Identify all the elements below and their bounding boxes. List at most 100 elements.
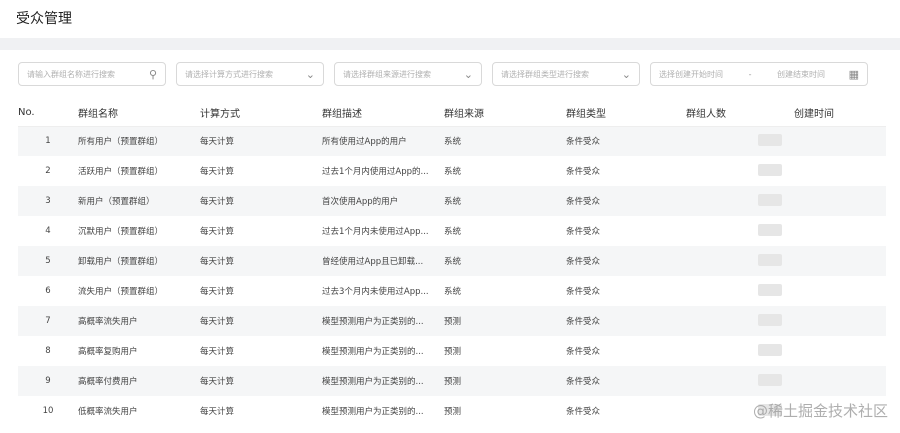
cell-no: 5 [45, 256, 51, 266]
cell-name[interactable]: 活跃用户（预置群组） [78, 156, 200, 186]
cell-created [786, 366, 886, 396]
cell-created [786, 156, 886, 186]
cell-source: 系统 [444, 167, 462, 177]
cell-no: 1 [45, 136, 51, 147]
col-header-desc: 群组描述 [322, 100, 444, 127]
cell-created [786, 306, 886, 336]
cell-name[interactable]: 流失用户（预置群组） [78, 276, 200, 306]
table-row[interactable]: 3 新用户（预置群组） 每天计算 首次使用App的用户 系统 条件受众 [18, 186, 886, 216]
redacted-count [758, 313, 782, 326]
cell-no: 7 [45, 316, 51, 326]
table-row[interactable]: 2 活跃用户（预置群组） 每天计算 过去1个月内使用过App的... 系统 条件… [18, 156, 886, 186]
cell-no: 3 [45, 196, 51, 206]
cell-name[interactable]: 新用户（预置群组） [78, 186, 200, 216]
calc-method-select[interactable]: 请选择计算方式进行搜索 ⌄ [176, 62, 324, 86]
cell-calc: 每天计算 [200, 137, 235, 148]
cell-calc: 每天计算 [200, 167, 235, 177]
redacted-count [758, 193, 782, 206]
cell-calc: 每天计算 [200, 407, 235, 417]
group-type-select[interactable]: 请选择群组类型进行搜索 ⌄ [492, 62, 640, 86]
redacted-count [758, 343, 782, 356]
cell-desc: 模型预测用户为正类别的... [322, 407, 424, 417]
cell-no: 4 [45, 226, 51, 236]
cell-desc: 所有使用过App的用户 [322, 137, 407, 148]
cell-name[interactable]: 卸载用户（预置群组） [78, 246, 200, 276]
divider-band [0, 38, 900, 50]
end-date-placeholder[interactable]: 创建结束时间 [777, 69, 825, 80]
group-type-placeholder: 请选择群组类型进行搜索 [501, 69, 589, 79]
col-header-calc: 计算方式 [200, 100, 322, 127]
cell-count [686, 246, 786, 276]
cell-source: 预测 [444, 317, 462, 327]
chevron-down-icon: ⌄ [621, 67, 631, 81]
cell-calc: 每天计算 [200, 287, 235, 297]
cell-type: 条件受众 [566, 197, 601, 207]
cell-count [686, 276, 786, 306]
cell-source: 系统 [444, 137, 462, 148]
cell-no: 6 [45, 286, 51, 296]
cell-source: 预测 [444, 347, 462, 357]
cell-no: 10 [42, 406, 54, 416]
cell-type: 条件受众 [566, 227, 601, 237]
name-search-placeholder: 请输入群组名称进行搜索 [27, 69, 115, 79]
date-range-picker[interactable]: 选择创建开始时间 - 创建结束时间 ▦ [650, 62, 868, 86]
col-header-source: 群组来源 [444, 100, 566, 127]
cell-no: 9 [45, 376, 51, 386]
redacted-count [758, 163, 782, 176]
chevron-down-icon: ⌄ [463, 67, 473, 81]
chevron-down-icon: ⌄ [305, 67, 315, 81]
cell-desc: 过去1个月内未使用过App... [322, 227, 429, 237]
cell-type: 条件受众 [566, 257, 601, 267]
search-icon[interactable]: ⚲ [149, 68, 157, 81]
redacted-count [758, 223, 782, 236]
cell-type: 条件受众 [566, 347, 601, 357]
cell-created [786, 276, 886, 306]
filter-bar: 请输入群组名称进行搜索 ⚲ 请选择计算方式进行搜索 ⌄ 请选择群组来源进行搜索 … [0, 50, 900, 100]
group-source-select[interactable]: 请选择群组来源进行搜索 ⌄ [334, 62, 482, 86]
page-title: 受众管理 [16, 11, 72, 27]
table-row[interactable]: 8 高概率复购用户 每天计算 模型预测用户为正类别的... 预测 条件受众 [18, 336, 886, 366]
cell-count [686, 306, 786, 336]
cell-created [786, 186, 886, 216]
cell-name[interactable]: 高概率复购用户 [78, 336, 200, 366]
cell-type: 条件受众 [566, 407, 601, 417]
redacted-count [758, 283, 782, 296]
cell-name[interactable]: 所有用户（预置群组） [78, 126, 200, 156]
cell-name[interactable]: 高概率流失用户 [78, 306, 200, 336]
start-date-placeholder[interactable]: 选择创建开始时间 [659, 69, 723, 80]
cell-calc: 每天计算 [200, 317, 235, 327]
cell-created [786, 126, 886, 156]
cell-type: 条件受众 [566, 167, 601, 177]
table-row[interactable]: 6 流失用户（预置群组） 每天计算 过去3个月内未使用过App... 系统 条件… [18, 276, 886, 306]
group-source-placeholder: 请选择群组来源进行搜索 [343, 69, 431, 79]
col-header-type: 群组类型 [566, 100, 686, 127]
cell-calc: 每天计算 [200, 347, 235, 357]
table-row[interactable]: 9 高概率付费用户 每天计算 模型预测用户为正类别的... 预测 条件受众 [18, 366, 886, 396]
cell-count [686, 186, 786, 216]
cell-type: 条件受众 [566, 137, 601, 148]
col-header-count: 群组人数 [686, 100, 786, 127]
name-search-input[interactable]: 请输入群组名称进行搜索 ⚲ [18, 62, 166, 86]
cell-name[interactable]: 低概率流失用户 [78, 396, 200, 426]
table-row[interactable]: 1 所有用户（预置群组） 每天计算 所有使用过App的用户 系统 条件受众 [18, 126, 886, 156]
cell-desc: 模型预测用户为正类别的... [322, 347, 424, 357]
cell-name[interactable]: 高概率付费用户 [78, 366, 200, 396]
table-header-row: No. 群组名称 计算方式 群组描述 群组来源 群组类型 群组人数 创建时间 [18, 100, 886, 127]
cell-desc: 过去3个月内未使用过App... [322, 287, 429, 297]
cell-desc: 首次使用App的用户 [322, 197, 399, 207]
calendar-icon[interactable]: ▦ [849, 68, 859, 81]
cell-count [686, 366, 786, 396]
cell-calc: 每天计算 [200, 257, 235, 267]
table-row[interactable]: 7 高概率流失用户 每天计算 模型预测用户为正类别的... 预测 条件受众 [18, 306, 886, 336]
cell-name[interactable]: 沉默用户（预置群组） [78, 216, 200, 246]
table-row[interactable]: 4 沉默用户（预置群组） 每天计算 过去1个月内未使用过App... 系统 条件… [18, 216, 886, 246]
cell-calc: 每天计算 [200, 227, 235, 237]
cell-created [786, 216, 886, 246]
cell-type: 条件受众 [566, 377, 601, 387]
cell-no: 8 [45, 346, 51, 356]
calc-method-placeholder: 请选择计算方式进行搜索 [185, 69, 273, 79]
redacted-count [758, 133, 782, 146]
cell-source: 系统 [444, 287, 462, 297]
cell-count [686, 156, 786, 186]
table-row[interactable]: 5 卸载用户（预置群组） 每天计算 曾经使用过App且已卸载... 系统 条件受… [18, 246, 886, 276]
